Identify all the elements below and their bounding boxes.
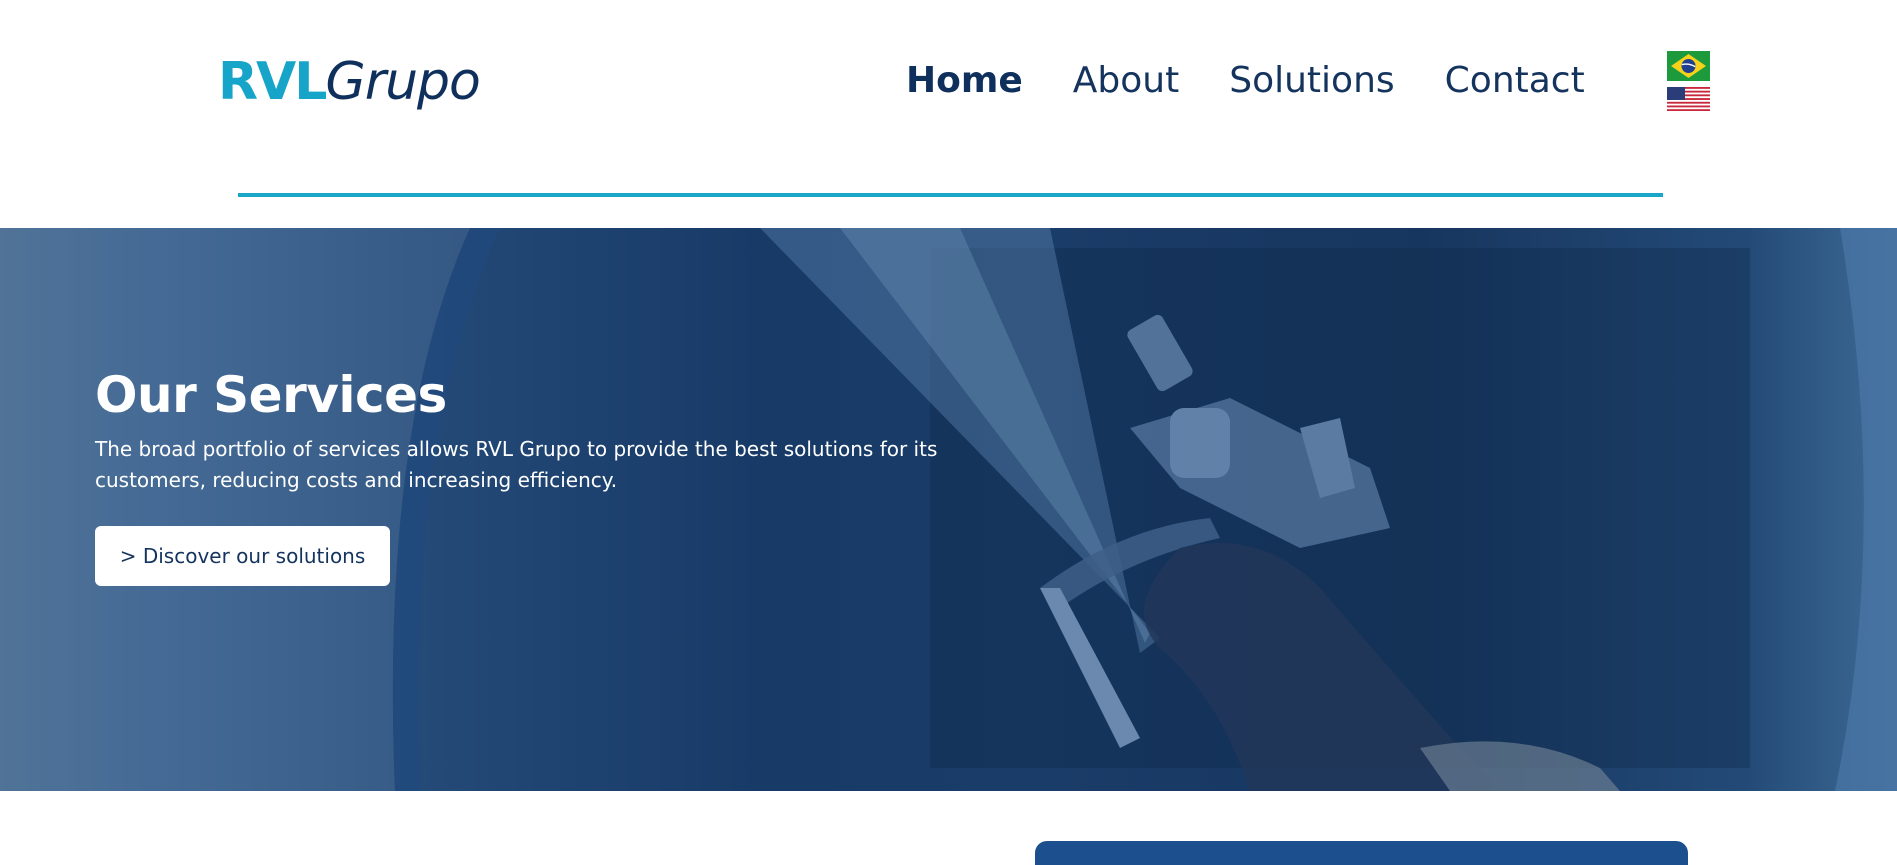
spray-gun-background-image [0,228,1897,791]
main-nav: Home About Solutions Contact [906,52,1635,108]
nav-about[interactable]: About [1073,60,1179,101]
site-logo[interactable]: RVL Grupo [218,52,481,122]
nav-contact[interactable]: Contact [1445,60,1585,101]
language-switcher [1667,51,1710,111]
us-flag-icon[interactable] [1667,87,1710,111]
hero-banner: Our Services The broad portfolio of serv… [0,228,1897,791]
logo-grupo-text: Grupo [325,52,480,112]
hero-title: Our Services [95,366,447,424]
header-divider [238,193,1663,197]
brazil-flag-icon[interactable] [1667,51,1710,81]
logo-rvl-text: RVL [218,52,327,112]
site-header: RVL Grupo Home About Solutions Contact [0,0,1897,228]
nav-home[interactable]: Home [906,60,1023,101]
solution-card-preview[interactable] [1035,841,1688,865]
nav-solutions[interactable]: Solutions [1229,60,1394,101]
discover-solutions-button[interactable]: > Discover our solutions [95,526,390,586]
hero-description: The broad portfolio of services allows R… [95,437,938,492]
